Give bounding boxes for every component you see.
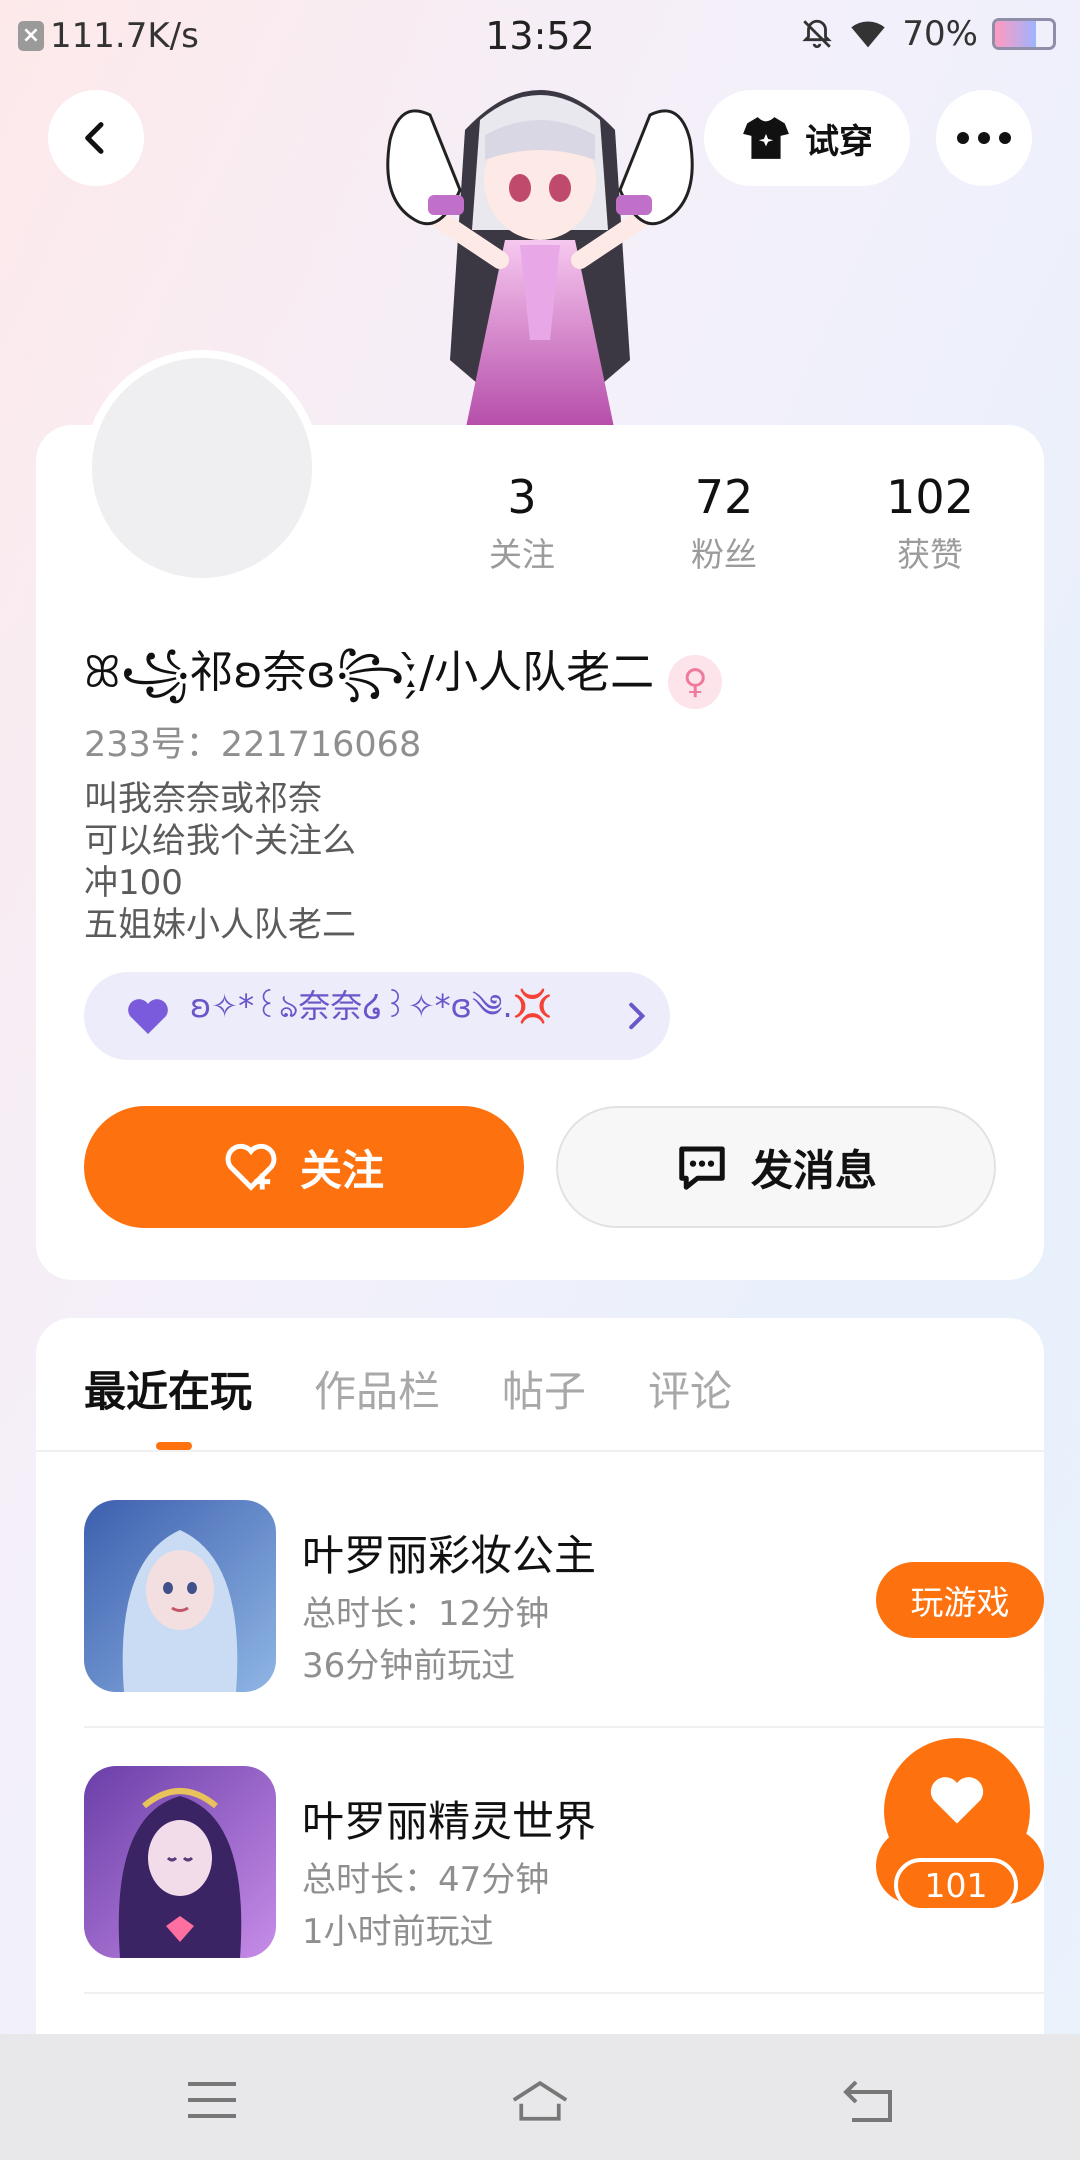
more-button[interactable] (936, 90, 1032, 186)
stat-label: 粉丝 (691, 535, 757, 574)
status-right: 70% (800, 14, 1056, 54)
menu-button[interactable] (182, 2070, 242, 2130)
avatar-character-image[interactable] (370, 60, 710, 432)
stat-label: 获赞 (897, 535, 963, 574)
return-button[interactable] (838, 2070, 898, 2130)
game-last-played: 36分钟前玩过 (302, 1646, 516, 1686)
tab-indicator (156, 1442, 192, 1450)
tab-posts[interactable]: 帖子 (502, 1358, 586, 1419)
try-on-button[interactable]: 试穿 (704, 90, 910, 186)
tshirt-icon (743, 117, 789, 159)
tab-recently-played[interactable]: 最近在玩 (84, 1358, 252, 1419)
return-icon (843, 2080, 892, 2122)
more-dots-icon (957, 132, 1011, 144)
message-button[interactable]: 发消息 (556, 1106, 996, 1228)
play-game-button[interactable]: 玩游戏 (876, 1562, 1044, 1638)
like-count: 101 (894, 1858, 1018, 1912)
stat-likes[interactable]: 102 获赞 (850, 470, 1010, 576)
game-name: 叶罗丽彩妆公主 (302, 1531, 597, 1580)
nickname-row: ꕤ꧁祁ʚ奈ɞ꧂ː̗̀/小人队老二 ♀ (84, 636, 723, 728)
home-icon (512, 2080, 568, 2121)
female-icon: ♀ (668, 655, 723, 709)
heart-plus-icon (225, 1143, 277, 1191)
game-list-item[interactable]: 叶罗丽彩妆公主 总时长：12分钟 36分钟前玩过 玩游戏 (84, 1500, 1044, 1766)
chat-bubble-icon (679, 1146, 725, 1190)
game-icon[interactable] (84, 1500, 276, 1692)
divider (36, 1450, 1044, 1452)
divider (84, 1992, 1044, 1994)
system-nav-bar (0, 2034, 1080, 2160)
tab-works[interactable]: 作品栏 (314, 1358, 440, 1419)
try-on-label: 试穿 (805, 121, 873, 162)
battery-percent: 70% (902, 14, 978, 54)
game-duration: 总时长：47分钟 (302, 1860, 550, 1900)
bio-line: 冲100 (84, 863, 183, 903)
game-duration: 总时长：12分钟 (302, 1594, 550, 1634)
wifi-icon (851, 21, 886, 48)
user-id: 233号：221716068 (84, 725, 422, 765)
stat-value: 102 (886, 470, 974, 524)
stat-following[interactable]: 3 关注 (442, 470, 602, 576)
game-last-played: 1小时前玩过 (302, 1912, 494, 1952)
battery-icon (992, 18, 1056, 50)
bio-line: 可以给我个关注么 (84, 821, 356, 861)
divider (84, 1726, 1044, 1728)
avatar[interactable] (84, 350, 320, 586)
bio: 叫我奈奈或祁奈 可以给我个关注么 冲100 五姐妹小人队老二 (84, 778, 356, 946)
home-button[interactable] (510, 2070, 570, 2130)
stat-followers[interactable]: 72 粉丝 (644, 470, 804, 576)
tab-bar: 最近在玩 作品栏 帖子 评论 (84, 1358, 732, 1419)
stat-label: 关注 (489, 535, 555, 574)
stat-value: 72 (694, 470, 754, 524)
heart-icon (128, 999, 168, 1034)
bio-line: 叫我奈奈或祁奈 (84, 779, 322, 819)
nickname: ꕤ꧁祁ʚ奈ɞ꧂ː̗̀/小人队老二 (84, 647, 655, 698)
relationship-tag-chip[interactable]: ʚ✧*꒰ঌ奈奈໒꒱✧*ɞ༄.💢 (84, 972, 670, 1060)
follow-button[interactable]: 关注 (84, 1106, 524, 1228)
follow-label: 关注 (299, 1145, 384, 1195)
chevron-right-icon (629, 1002, 646, 1030)
menu-icon (188, 2082, 236, 2118)
tab-comments[interactable]: 评论 (648, 1358, 732, 1419)
stat-value: 3 (507, 470, 537, 524)
game-name: 叶罗丽精灵世界 (302, 1797, 597, 1846)
game-icon[interactable] (84, 1766, 276, 1958)
message-label: 发消息 (750, 1145, 877, 1195)
heart-icon (930, 1777, 984, 1824)
back-button[interactable] (48, 90, 144, 186)
bio-line: 五姐妹小人队老二 (84, 905, 356, 945)
tag-text: ʚ✧*꒰ঌ奈奈໒꒱✧*ɞ༄.💢 (190, 987, 553, 1025)
back-arrow-icon (85, 122, 104, 154)
bell-off-icon (802, 19, 833, 49)
